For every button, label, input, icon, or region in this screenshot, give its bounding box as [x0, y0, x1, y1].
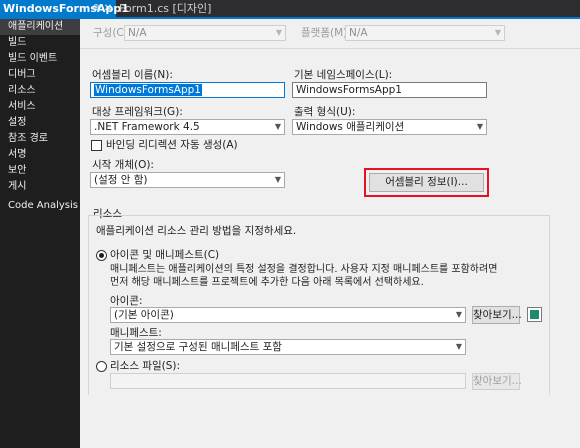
sidebar-item-application[interactable]: 애플리케이션: [0, 19, 80, 35]
default-namespace-input[interactable]: WindowsFormsApp1: [292, 82, 487, 98]
close-icon[interactable]: ✕: [102, 0, 114, 17]
output-type-label: 출력 형식(U):: [294, 106, 356, 118]
sidebar-item-label: 빌드: [8, 37, 27, 48]
platform-label: 플랫폼(M):: [301, 27, 351, 39]
sidebar-item-services[interactable]: 서비스: [0, 99, 80, 115]
binding-redirect-label: 바인딩 리디렉션 자동 생성(A): [106, 139, 238, 151]
chevron-down-icon: ▼: [455, 310, 462, 319]
sidebar-item-label: 게시: [8, 181, 27, 192]
output-type-combo[interactable]: Windows 애플리케이션 ▼: [292, 119, 487, 135]
icon-value: (기본 아이콘): [114, 309, 174, 321]
chevron-down-icon: ▼: [455, 342, 462, 351]
sidebar-item-security[interactable]: 보안: [0, 163, 80, 179]
tab-label: Form1.cs [디자인]: [119, 2, 212, 15]
target-framework-combo[interactable]: .NET Framework 4.5 ▼: [90, 119, 285, 135]
sidebar-item-label: Code Analysis: [8, 200, 78, 211]
assembly-name-value: WindowsFormsApp1: [94, 84, 202, 96]
icon-browse-button[interactable]: 찾아보기...: [472, 306, 522, 324]
assembly-name-input[interactable]: WindowsFormsApp1: [90, 82, 285, 98]
sidebar-item-label: 리소스: [8, 85, 36, 96]
sidebar-item-reference-paths[interactable]: 참조 경로: [0, 131, 80, 147]
resource-file-browse-button[interactable]: 찾아보기...: [472, 373, 522, 390]
app-icon-preview: [527, 307, 542, 322]
config-combo[interactable]: N/A ▼: [124, 25, 286, 41]
sidebar-item-build[interactable]: 빌드: [0, 35, 80, 51]
startup-object-combo[interactable]: (설정 안 함) ▼: [90, 172, 285, 188]
sidebar-item-label: 참조 경로: [8, 133, 48, 144]
default-namespace-value: WindowsFormsApp1: [296, 84, 402, 96]
sidebar-item-settings[interactable]: 설정: [0, 115, 80, 131]
assembly-name-label: 어셈블리 이름(N):: [92, 69, 173, 81]
pin-icon[interactable]: ⊕: [90, 0, 102, 17]
chevron-down-icon: ▼: [476, 122, 483, 131]
window-icon: [530, 310, 539, 319]
sidebar-item-publish[interactable]: 게시: [0, 179, 80, 195]
chevron-down-icon: ▼: [274, 122, 281, 131]
assembly-info-button[interactable]: 어셈블리 정보(I)...: [369, 173, 484, 192]
sidebar-item-debug[interactable]: 디버그: [0, 67, 80, 83]
sidebar-item-label: 보안: [8, 165, 27, 176]
manifest-description-line2: 먼저 해당 매니페스트를 프로젝트에 추가한 다음 아래 목록에서 선택하세요.: [110, 277, 424, 288]
binding-redirect-checkbox[interactable]: [91, 140, 102, 151]
chevron-down-icon: ▼: [494, 28, 501, 37]
target-framework-label: 대상 프레임워크(G):: [92, 106, 183, 118]
startup-object-label: 시작 개체(O):: [92, 159, 154, 171]
sidebar-item-resources[interactable]: 리소스: [0, 83, 80, 99]
default-namespace-label: 기본 네임스페이스(L):: [294, 69, 393, 81]
manifest-combo[interactable]: 기본 설정으로 구성된 매니페스트 포함 ▼: [110, 339, 466, 355]
manifest-description-line1: 매니페스트는 애플리케이션의 특정 설정을 결정합니다. 사용자 지정 매니페스…: [110, 264, 498, 275]
radio-dot: [99, 253, 104, 258]
manifest-value: 기본 설정으로 구성된 매니페스트 포함: [114, 341, 282, 353]
target-framework-value: .NET Framework 4.5: [94, 121, 200, 133]
chevron-down-icon: ▼: [275, 28, 282, 37]
sidebar-item-label: 설정: [8, 117, 27, 128]
icon-combo[interactable]: (기본 아이콘) ▼: [110, 307, 466, 323]
platform-combo[interactable]: N/A ▼: [345, 25, 505, 41]
resources-description: 애플리케이션 리소스 관리 방법을 지정하세요.: [96, 225, 297, 237]
resource-file-label: 리소스 파일(S):: [110, 360, 181, 372]
sidebar-item-build-events[interactable]: 빌드 이벤트: [0, 51, 80, 67]
sidebar-item-label: 빌드 이벤트: [8, 53, 58, 64]
sidebar-item-label: 애플리케이션: [8, 21, 64, 32]
divider: [80, 48, 580, 49]
chevron-down-icon: ▼: [274, 175, 281, 184]
icon-manifest-label: 아이콘 및 매니페스트(C): [110, 249, 220, 261]
startup-object-value: (설정 안 함): [94, 174, 148, 186]
sidebar-item-label: 디버그: [8, 69, 36, 80]
output-type-value: Windows 애플리케이션: [296, 121, 405, 133]
sidebar-item-label: 서비스: [8, 101, 36, 112]
sidebar-item-signing[interactable]: 서명: [0, 147, 80, 163]
sidebar-item-label: 서명: [8, 149, 27, 160]
platform-value: N/A: [349, 27, 368, 39]
resource-file-input[interactable]: [110, 373, 466, 389]
sidebar-item-code-analysis[interactable]: Code Analysis: [0, 198, 80, 214]
config-value: N/A: [128, 27, 147, 39]
resource-file-radio[interactable]: [96, 361, 107, 372]
icon-manifest-radio[interactable]: [96, 250, 107, 261]
tab-form1-designer[interactable]: Form1.cs [디자인]: [116, 0, 211, 17]
